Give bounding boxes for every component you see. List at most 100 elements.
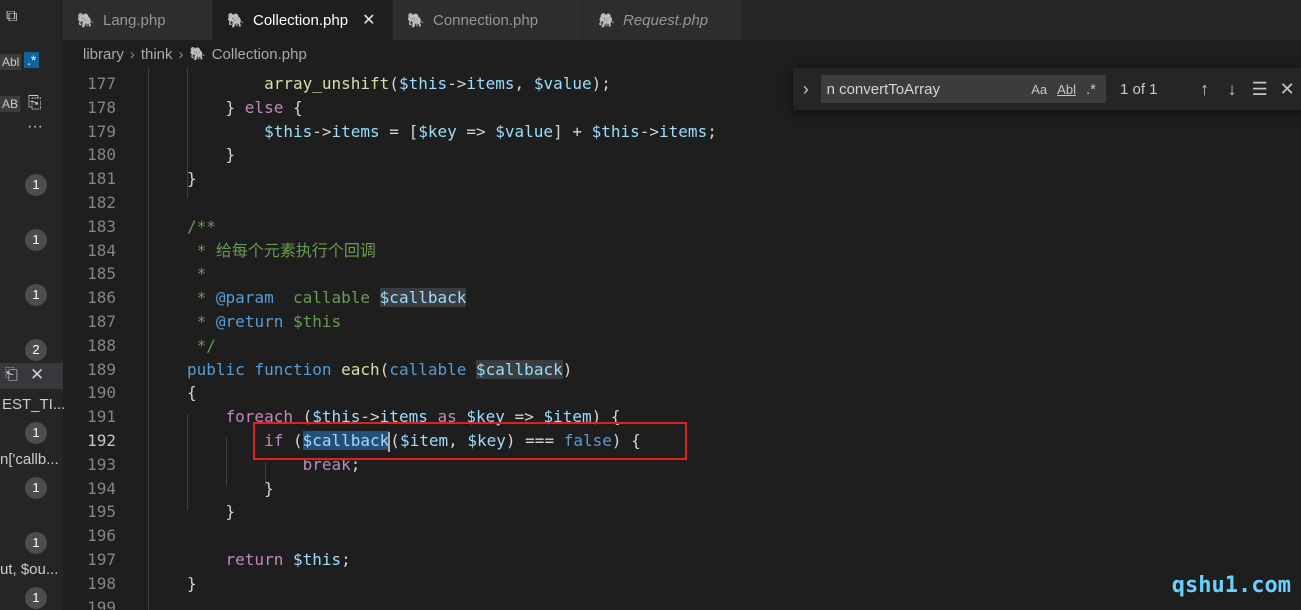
regex-icon[interactable]: .* [1086, 81, 1096, 98]
side-panel: ⧉ Abl .* AB ⎘ ··· 1 1 1 2 ⎗ ✕ EST_TI... … [0, 0, 65, 610]
breadcrumb-item[interactable]: library [83, 46, 124, 63]
preserve-case-label[interactable]: AB [0, 96, 21, 112]
arrow-down-icon[interactable]: ↓ [1218, 79, 1246, 100]
line-number: 179 [87, 121, 116, 141]
close-tab-icon[interactable]: ✕ [362, 10, 375, 30]
line-number: 177 [87, 74, 116, 93]
code-line[interactable]: 195 } [63, 500, 1301, 524]
tab-label: Request.php [623, 11, 709, 29]
line-number: 195 [87, 502, 116, 522]
code-text[interactable]: } [187, 167, 197, 191]
code-line[interactable]: 179 $this->items = [$key => $value] + $t… [63, 120, 1301, 144]
tab-label: Connection.php [433, 11, 539, 29]
breadcrumb-item[interactable]: think [141, 46, 173, 63]
code-text[interactable]: return $this; [187, 548, 351, 572]
match-case-icon[interactable]: Aa [1031, 82, 1047, 97]
code-line[interactable]: 183 /** [63, 215, 1301, 239]
code-line[interactable]: 184 * 给每个元素执行个回调 [63, 239, 1301, 263]
php-elephant-icon: 🐘 [227, 11, 245, 28]
code-line[interactable]: 188 */ [63, 334, 1301, 358]
php-elephant-icon: 🐘 [189, 46, 206, 61]
line-number: 197 [87, 550, 116, 569]
code-text[interactable]: } [187, 477, 274, 501]
code-text[interactable]: } [187, 572, 197, 596]
toggle-replace-chevron-icon[interactable]: › [793, 79, 819, 100]
match-count-badge: 1 [25, 174, 47, 196]
match-count-badge: 1 [25, 422, 47, 444]
chevron-right-icon: › [129, 45, 135, 63]
code-line[interactable]: 187 * @return $this [63, 310, 1301, 334]
dismiss-icon[interactable]: ✕ [30, 365, 44, 385]
code-text[interactable]: { [187, 381, 197, 405]
code-line[interactable]: 190 { [63, 381, 1301, 405]
editor-tab-bar: 🐘 Lang.php 🐘 Collection.php ✕ 🐘 Connecti… [63, 0, 1301, 40]
code-text[interactable]: public function each(callable $callback) [187, 358, 572, 382]
replace-icon[interactable]: ⎗ [5, 366, 18, 384]
selected-result-row[interactable]: ⎗ ✕ [0, 363, 63, 389]
regex-toggle-icon[interactable]: .* [24, 52, 40, 68]
line-number: 193 [87, 454, 116, 474]
tab-connection[interactable]: 🐘 Connection.php [393, 0, 583, 40]
code-line[interactable]: 194 } [63, 477, 1301, 501]
match-count-badge: 1 [25, 284, 47, 306]
code-text[interactable]: $this->items = [$key => $value] + $this-… [187, 120, 717, 144]
line-number: 191 [87, 407, 116, 427]
code-text[interactable]: /** [187, 215, 216, 239]
code-text[interactable]: * 给每个元素执行个回调 [187, 239, 376, 263]
whole-word-toggle-icon[interactable]: Abl [0, 54, 22, 70]
code-line[interactable]: 181} [63, 167, 1301, 191]
line-number: 190 [87, 383, 116, 403]
code-line[interactable]: 186 * @param callable $callback [63, 286, 1301, 310]
line-number: 182 [87, 193, 116, 212]
line-number: 188 [87, 335, 116, 355]
code-line[interactable]: 185 * [63, 262, 1301, 286]
tab-lang[interactable]: 🐘 Lang.php [63, 0, 213, 40]
line-number: 189 [87, 359, 116, 379]
close-icon[interactable]: ✕ [1273, 79, 1301, 100]
find-input-value[interactable]: n convertToArray [827, 81, 1032, 98]
code-line[interactable]: 189 public function each(callable $callba… [63, 358, 1301, 382]
line-number: 181 [87, 169, 116, 189]
php-elephant-icon: 🐘 [597, 11, 615, 28]
result-snippet[interactable]: ut, $ou... [0, 561, 58, 578]
more-icon[interactable]: ··· [27, 118, 43, 136]
code-line[interactable]: 197 return $this; [63, 548, 1301, 572]
code-text[interactable]: * @param callable $callback [187, 286, 467, 310]
match-count-badge: 1 [25, 229, 47, 251]
line-number: 194 [87, 478, 116, 498]
line-number: 192 [87, 431, 116, 450]
code-text[interactable]: * [187, 262, 207, 286]
code-line[interactable]: 180 } [63, 143, 1301, 167]
line-number: 199 [87, 597, 116, 610]
code-text[interactable]: } else { [187, 96, 303, 120]
code-text[interactable]: * @return $this [187, 310, 342, 334]
tab-label: Lang.php [103, 11, 166, 29]
window-restore-icon[interactable]: ⧉ [6, 8, 17, 26]
replace-all-icon[interactable]: ⎘ [28, 93, 42, 113]
find-input[interactable]: n convertToArray Aa Abl .* [820, 75, 1106, 103]
code-line[interactable]: 196 [63, 524, 1301, 548]
line-number: 196 [87, 526, 116, 546]
code-line[interactable]: 199 [63, 596, 1301, 610]
match-count-badge: 1 [25, 477, 47, 499]
whole-word-icon[interactable]: Abl [1057, 82, 1076, 97]
code-line[interactable]: 198} [63, 572, 1301, 596]
watermark: qshu1.com [1171, 573, 1291, 598]
code-editor[interactable]: 177 array_unshift($this->items, $value);… [63, 68, 1301, 610]
result-snippet[interactable]: EST_TI... [2, 396, 65, 413]
line-number: 178 [87, 97, 116, 117]
match-count-badge: 2 [25, 339, 47, 361]
tab-request[interactable]: 🐘 Request.php [583, 0, 743, 40]
arrow-up-icon[interactable]: ↑ [1191, 79, 1219, 100]
code-line[interactable]: 182 [63, 191, 1301, 215]
code-text[interactable]: } [187, 500, 236, 524]
code-text[interactable]: } [187, 143, 236, 167]
tab-collection[interactable]: 🐘 Collection.php ✕ [213, 0, 393, 40]
find-in-selection-icon[interactable]: ☰ [1246, 79, 1274, 100]
code-text[interactable]: */ [187, 334, 216, 358]
breadcrumb-item[interactable]: Collection.php [212, 46, 307, 63]
code-text[interactable]: array_unshift($this->items, $value); [187, 72, 611, 96]
line-number: 185 [87, 264, 116, 284]
match-count: 1 of 1 [1119, 80, 1158, 98]
result-snippet[interactable]: n['callb... [0, 451, 59, 468]
